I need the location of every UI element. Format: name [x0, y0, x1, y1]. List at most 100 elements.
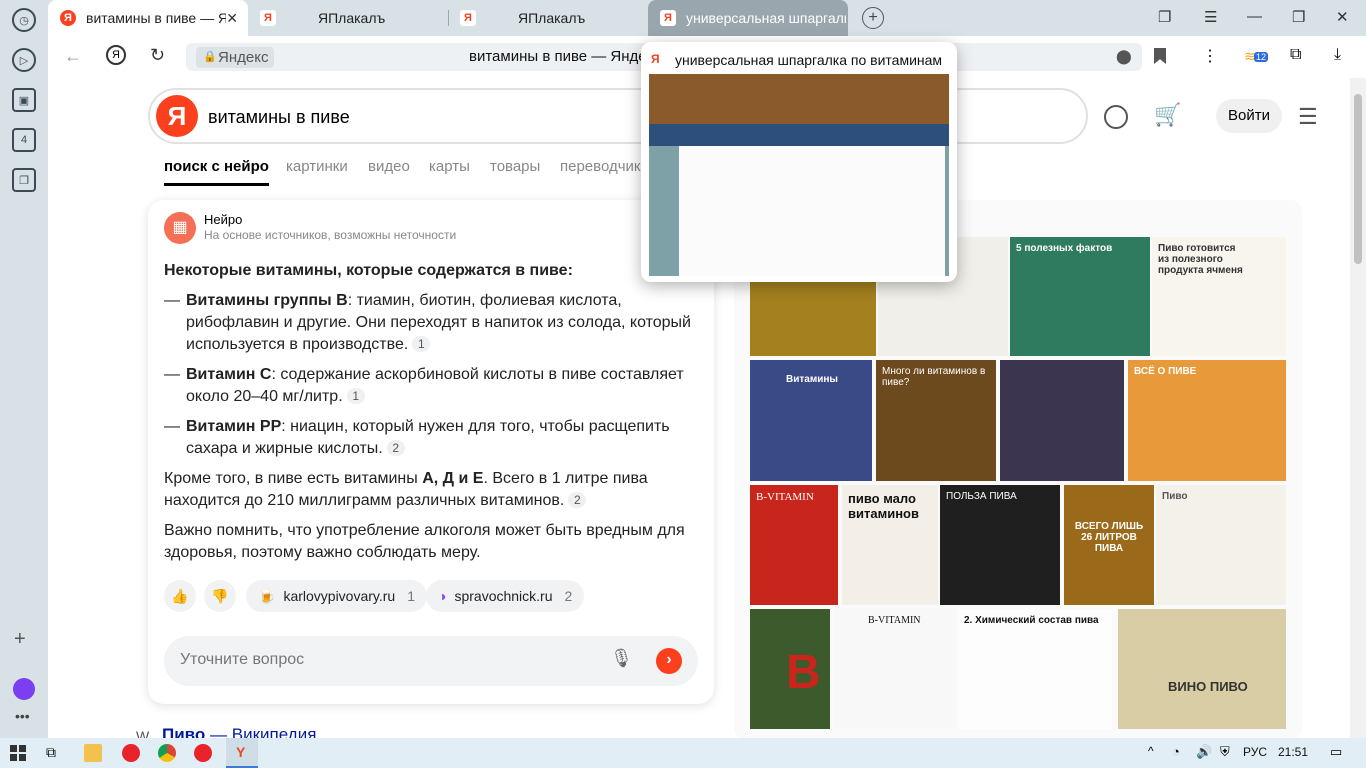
answer-paragraph: Важно помнить, что употребление алкоголя… [164, 522, 685, 561]
close-window-icon[interactable]: ✕ [1336, 8, 1349, 26]
chrome-icon[interactable] [158, 744, 176, 762]
more-options-icon[interactable]: ⋮ [1202, 46, 1218, 66]
image-result[interactable]: Витамины [750, 360, 872, 481]
image-result[interactable]: Много ли витаминов в пиве? [876, 360, 996, 481]
tab-translator[interactable]: переводчик [560, 158, 640, 175]
task-view-icon[interactable]: ⧉ [46, 744, 56, 761]
image-result[interactable]: 5 полезных фактов [1010, 237, 1150, 356]
tab-video[interactable]: видео [368, 158, 410, 175]
tab-neuro-search[interactable]: поиск с нейро [164, 158, 269, 186]
lock-icon: 🔒 [203, 51, 217, 63]
tab-yaplakal-1[interactable]: Я ЯПлакалъ [248, 0, 448, 36]
preview-title: универсальная шпаргалка по витаминам — Я… [675, 52, 945, 68]
yaplakal-favicon-icon: Я [660, 10, 676, 26]
volume-icon[interactable]: 🔊 [1196, 744, 1212, 760]
yandex-logo[interactable]: Я [156, 95, 198, 137]
back-icon[interactable]: ← [64, 46, 82, 67]
extensions-icon[interactable]: ⧉ [1290, 46, 1301, 64]
letter-b: B [786, 646, 821, 699]
reload-icon[interactable]: ↻ [150, 45, 165, 66]
tab-manager-icon[interactable]: ❐ [1158, 8, 1171, 26]
windows-start-icon[interactable] [10, 745, 26, 761]
wiki-result-site[interactable]: — Википедия [210, 725, 316, 738]
image-result[interactable]: B [750, 609, 830, 729]
tab-images[interactable]: картинки [286, 158, 348, 175]
screenshot-icon[interactable]: ▣ [12, 88, 36, 112]
wiki-result-title[interactable]: Пиво [162, 725, 205, 738]
tab-goods[interactable]: товары [490, 158, 540, 175]
source-ref[interactable]: 1 [412, 336, 431, 352]
alice-circle-icon[interactable] [1104, 105, 1128, 129]
vitamin-item: — Витамин С: содержание аскорбиновой кисл… [164, 366, 684, 405]
followup-placeholder: Уточните вопрос [180, 651, 305, 668]
tab-vitamins-cheatsheet[interactable]: Я универсальная шпаргалка [648, 0, 848, 36]
download-icon[interactable]: ⤓ [1334, 46, 1341, 64]
yandex-home-icon[interactable]: Я [106, 45, 126, 65]
image-result[interactable]: 2. Химический состав пива [958, 609, 1112, 729]
collections-icon[interactable]: ❐ [12, 168, 36, 192]
image-result[interactable]: B-VITAMIN [834, 609, 956, 729]
clock[interactable]: 21:51 [1278, 745, 1308, 759]
source-pill[interactable]: ◑ spravochnick.ru 2 [426, 580, 585, 612]
restore-icon[interactable]: ❐ [1292, 8, 1305, 26]
add-icon[interactable]: + [14, 628, 26, 651]
page-title: витамины в пиве — Яндекс [469, 48, 644, 65]
history-icon[interactable]: ◷ [12, 8, 36, 32]
scrollbar[interactable] [1350, 78, 1366, 738]
login-button[interactable]: Войти [1216, 99, 1282, 133]
image-result[interactable]: Пиво [1156, 485, 1286, 605]
tab-yaplakal-2[interactable]: Я ЯПлакалъ [448, 0, 648, 36]
image-result[interactable]: ВИНО ПИВО [1118, 609, 1286, 729]
image-result[interactable]: ВСЕГО ЛИШЬ 26 ЛИТРОВ ПИВА [1064, 485, 1154, 605]
answer-paragraph: Кроме того, в пиве есть витамины А, Д и … [164, 470, 648, 509]
image-result[interactable]: ВСЁ О ПИВЕ [1128, 360, 1286, 481]
more-icon[interactable]: ••• [15, 708, 30, 724]
tray-chevron-icon[interactable]: ^ [1148, 744, 1154, 758]
network-icon[interactable]: ◔ [1172, 744, 1180, 759]
tab-yandex-search[interactable]: Я витамины в пиве — Яндекс ✕ [48, 0, 248, 36]
source-ref[interactable]: 1 [346, 388, 365, 404]
language-indicator[interactable]: РУС [1243, 745, 1267, 759]
cart-icon[interactable]: 🛒 [1154, 102, 1181, 128]
preview-thumbnail [649, 74, 949, 276]
scrollbar-thumb[interactable] [1354, 94, 1362, 264]
source-ref[interactable]: 2 [568, 492, 587, 508]
notifications-icon[interactable]: ▭ [1330, 744, 1342, 760]
new-tab-button[interactable]: + [862, 7, 884, 29]
security-icon[interactable]: ⛨ [1220, 744, 1230, 760]
badge-counter-icon[interactable]: 4 [12, 128, 36, 152]
image-result[interactable]: Пиво готовится из полезного продукта ячм… [1152, 237, 1286, 356]
file-explorer-icon[interactable] [84, 744, 102, 762]
image-result[interactable]: B-VITAMIN [750, 485, 838, 605]
submit-arrow-button[interactable]: › [656, 648, 682, 674]
close-tab-icon[interactable]: ✕ [226, 10, 238, 27]
followup-input[interactable]: Уточните вопрос 🎙 › [164, 636, 698, 686]
wikipedia-icon: W [136, 728, 150, 738]
image-result[interactable]: пиво мало витаминов [842, 485, 938, 605]
yandex-browser-icon[interactable]: Y [226, 738, 258, 768]
source-ref[interactable]: 2 [386, 440, 405, 456]
beer-icon: 🍺 [258, 587, 276, 604]
image-result[interactable] [1000, 360, 1124, 481]
hamburger-icon[interactable]: ☰ [1298, 104, 1318, 130]
minimize-icon[interactable]: — [1247, 8, 1262, 25]
image-result[interactable]: ПОЛЬЗА ПИВА [940, 485, 1060, 605]
opera-icon[interactable] [122, 744, 140, 762]
search-input[interactable]: витамины в пиве [208, 107, 350, 128]
tab-maps[interactable]: карты [429, 158, 470, 175]
alice-icon[interactable] [13, 678, 35, 700]
location-icon[interactable]: ⬤ [1116, 48, 1132, 65]
windows-taskbar: ⧉ Y ^ ◔ 🔊 ⛨ РУС 21:51 ▭ [0, 738, 1366, 768]
feed-icon[interactable]: ≋ 12 [1244, 46, 1270, 66]
thumbs-down-icon[interactable]: 👎 [204, 580, 236, 612]
menu-icon[interactable]: ☰ [1204, 8, 1217, 26]
microphone-icon[interactable]: 🎙 [610, 648, 633, 669]
domain-label: Яндекс [218, 49, 269, 66]
opera-icon-2[interactable] [194, 744, 212, 762]
thumbs-up-icon[interactable]: 👍 [164, 580, 196, 612]
feed-badge: 12 [1254, 52, 1269, 62]
play-icon[interactable]: ▷ [12, 48, 36, 72]
domain-chip: 🔒 Яндекс [196, 47, 275, 68]
neuro-answer-card: ▦ Нейро На основе источников, возможны н… [148, 200, 714, 704]
source-pill[interactable]: 🍺 karlovypivovary.ru 1 [246, 580, 428, 612]
